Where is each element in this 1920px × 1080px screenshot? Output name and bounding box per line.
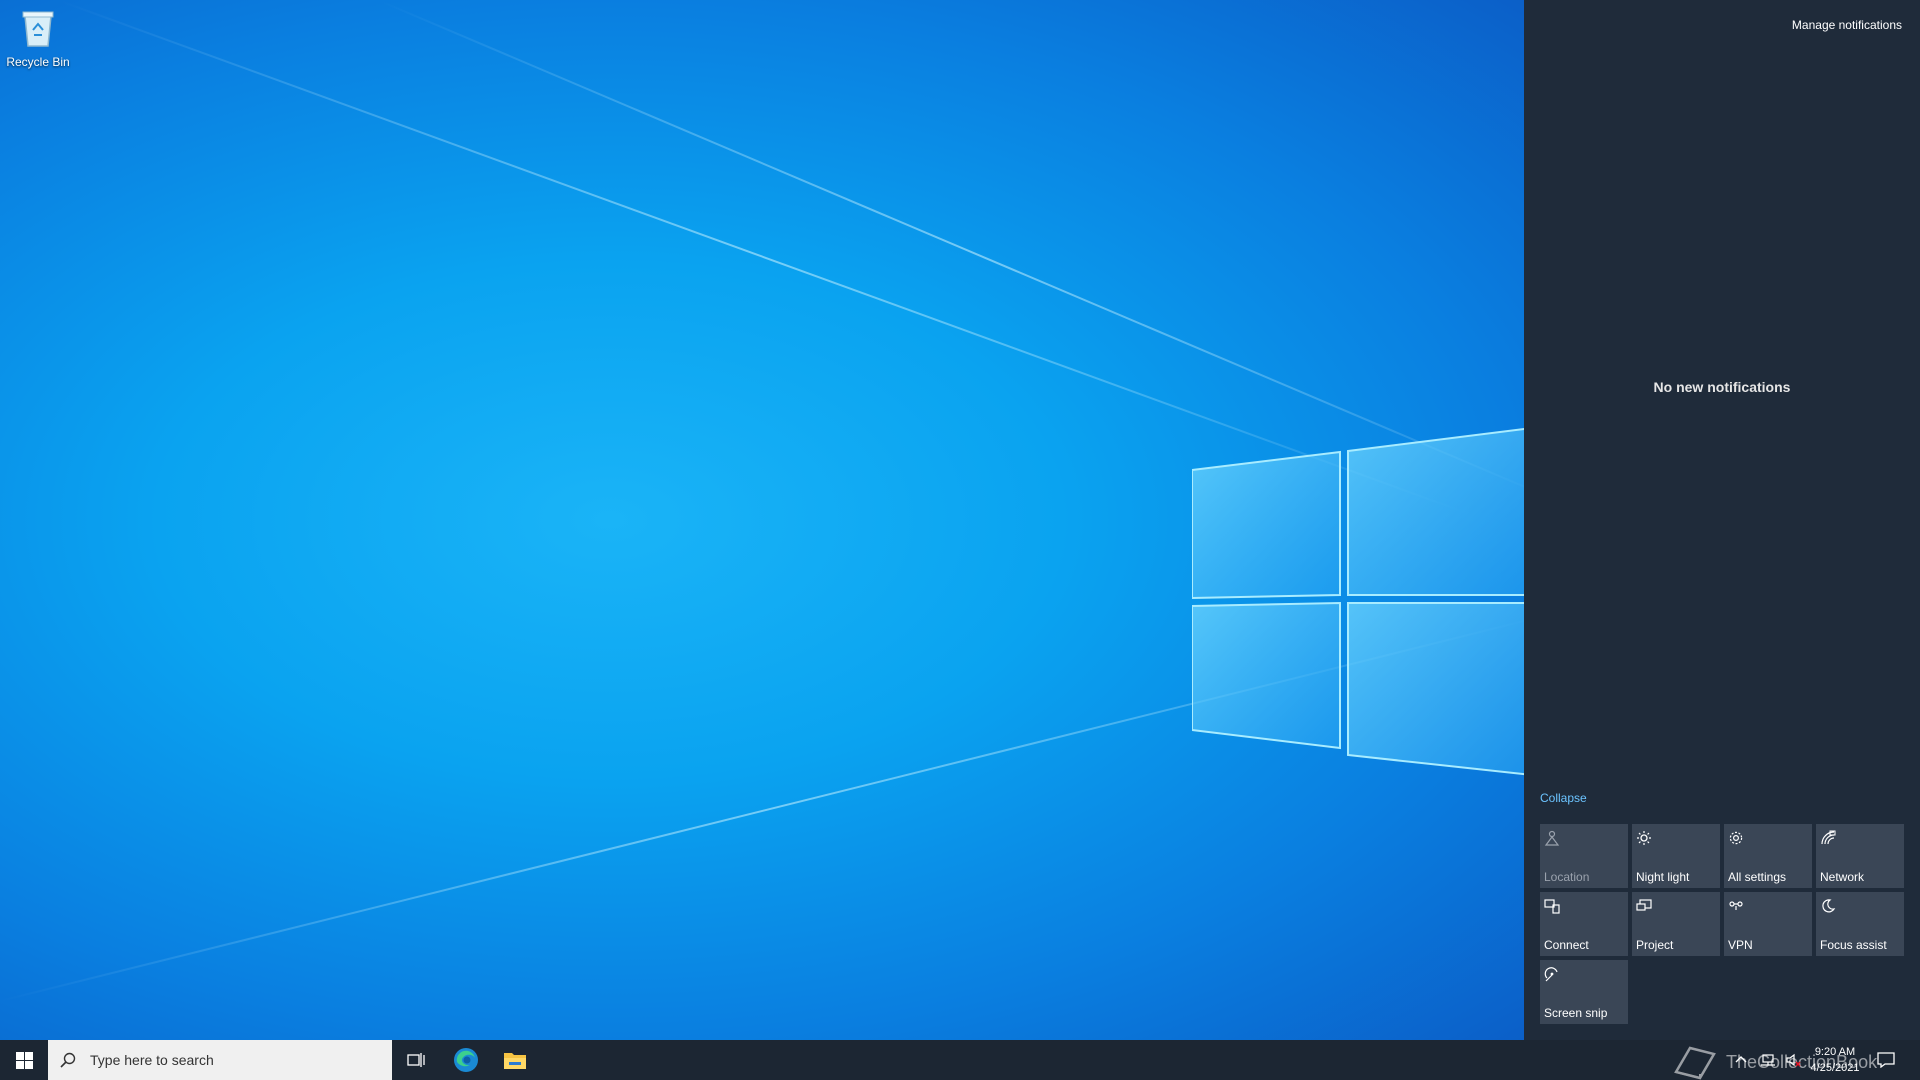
taskbar-search-box[interactable]: Type here to search bbox=[48, 1040, 392, 1080]
screen-snip-icon bbox=[1544, 967, 1558, 982]
quick-action-label: Connect bbox=[1544, 938, 1589, 952]
connect-icon bbox=[1544, 899, 1560, 914]
search-icon bbox=[60, 1052, 76, 1068]
quick-action-vpn[interactable]: VPN bbox=[1724, 892, 1812, 956]
edge-browser-button[interactable] bbox=[442, 1040, 490, 1080]
clock-time: 9:20 AM bbox=[1814, 1046, 1856, 1058]
windows-logo-wallpaper bbox=[1192, 427, 1524, 776]
notification-icon bbox=[1877, 1052, 1895, 1068]
collapse-link[interactable]: Collapse bbox=[1540, 791, 1587, 805]
system-tray bbox=[1734, 1040, 1802, 1080]
recycle-bin-shortcut[interactable]: Recycle Bin bbox=[6, 8, 70, 69]
network-tray-icon[interactable] bbox=[1760, 1053, 1776, 1067]
quick-action-label: Night light bbox=[1636, 870, 1690, 884]
quick-action-project[interactable]: Project bbox=[1632, 892, 1720, 956]
quick-action-all-settings[interactable]: All settings bbox=[1724, 824, 1812, 888]
quick-action-label: Focus assist bbox=[1820, 938, 1887, 952]
file-explorer-button[interactable] bbox=[491, 1040, 539, 1080]
recycle-bin-icon bbox=[22, 11, 54, 47]
moon-icon bbox=[1822, 899, 1836, 913]
network-icon bbox=[1821, 830, 1836, 845]
action-center-panel: Manage notifications No new notification… bbox=[1524, 0, 1920, 1040]
task-view-icon bbox=[407, 1053, 425, 1067]
taskbar-clock[interactable]: 9:20 AM 4/25/2021 bbox=[1800, 1044, 1870, 1076]
chevron-up-icon[interactable] bbox=[1734, 1053, 1748, 1067]
project-icon bbox=[1636, 899, 1652, 911]
quick-action-connect[interactable]: Connect bbox=[1540, 892, 1628, 956]
search-placeholder: Type here to search bbox=[90, 1052, 214, 1068]
gear-icon bbox=[1729, 831, 1743, 845]
manage-notifications-link[interactable]: Manage notifications bbox=[1792, 18, 1902, 32]
vpn-icon bbox=[1729, 901, 1743, 910]
start-button[interactable] bbox=[0, 1040, 48, 1080]
desktop-background: Recycle Bin bbox=[0, 0, 1524, 1040]
quick-action-label: Project bbox=[1636, 938, 1674, 952]
action-center-button[interactable] bbox=[1862, 1040, 1910, 1080]
windows-start-icon bbox=[15, 1051, 33, 1069]
quick-action-label: Screen snip bbox=[1544, 1006, 1608, 1020]
quick-action-network[interactable]: Network bbox=[1816, 824, 1904, 888]
recycle-bin-label: Recycle Bin bbox=[6, 55, 70, 69]
location-icon bbox=[1544, 830, 1560, 846]
task-view-button[interactable] bbox=[392, 1040, 440, 1080]
quick-action-location[interactable]: Location bbox=[1540, 824, 1628, 888]
book-logo-icon bbox=[1674, 1046, 1716, 1080]
quick-action-screen-snip[interactable]: Screen snip bbox=[1540, 960, 1628, 1024]
quick-action-label: Network bbox=[1820, 870, 1865, 884]
quick-action-label: Location bbox=[1544, 870, 1590, 884]
taskbar: Type here to search TheCollectionBook 9:… bbox=[0, 1040, 1920, 1080]
clock-date: 4/25/2021 bbox=[1810, 1062, 1860, 1074]
quick-action-night-light[interactable]: Night light bbox=[1632, 824, 1720, 888]
edge-icon bbox=[454, 1048, 478, 1072]
folder-icon bbox=[504, 1053, 526, 1069]
quick-action-label: All settings bbox=[1728, 870, 1787, 884]
quick-action-label: VPN bbox=[1728, 938, 1753, 952]
quick-action-focus-assist[interactable]: Focus assist bbox=[1816, 892, 1904, 956]
night-light-icon bbox=[1637, 831, 1651, 845]
no-notifications-text: No new notifications bbox=[1653, 379, 1791, 395]
